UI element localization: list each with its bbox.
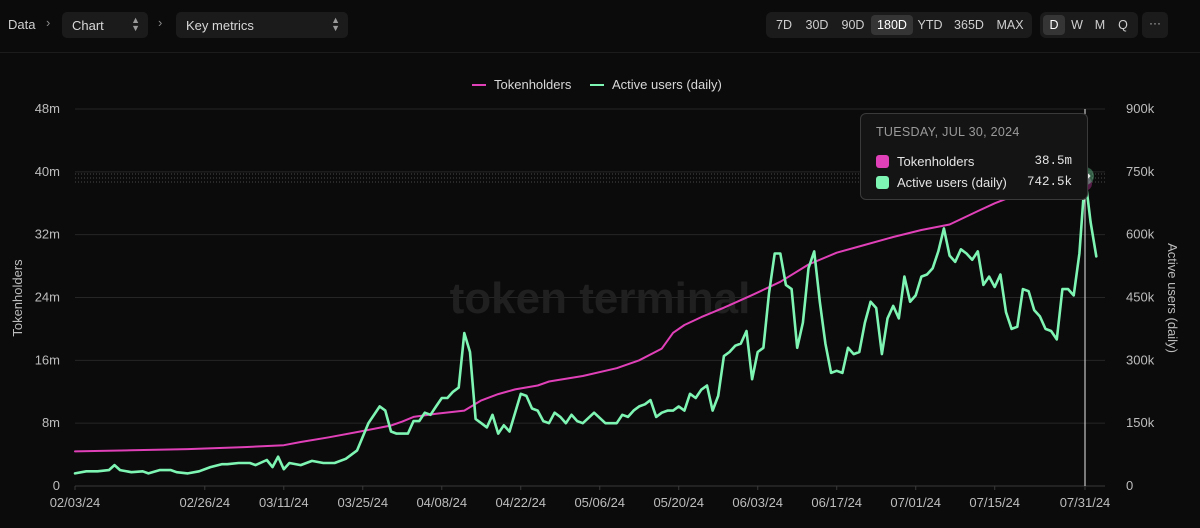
timeframe-btn-30d[interactable]: 30D (799, 15, 835, 35)
granularity-btn-d[interactable]: D (1043, 15, 1065, 35)
right-y-tick-label: 600k (1126, 227, 1155, 242)
left-y-tick-label: 32m (35, 227, 60, 242)
tooltip-series-value: 38.5m (1034, 154, 1072, 168)
series-lines (73, 174, 1098, 475)
series-line-active-users (73, 174, 1098, 475)
metric-select[interactable]: Key metrics ▲ ▼ (176, 12, 348, 38)
x-tick-label: 07/15/24 (969, 495, 1020, 510)
tooltip-swatch (876, 176, 889, 189)
x-tick-label: 07/31/24 (1060, 495, 1111, 510)
x-tick-label: 06/03/24 (732, 495, 783, 510)
hover-tooltip: TUESDAY, JUL 30, 2024 Tokenholders 38.5m… (860, 113, 1088, 200)
left-y-tick-label: 48m (35, 101, 60, 116)
granularity-btn-w[interactable]: W (1065, 15, 1089, 35)
x-tick-label: 02/26/24 (179, 495, 230, 510)
timeframe-btn-max[interactable]: MAX (991, 15, 1029, 35)
x-tick-label: 03/25/24 (337, 495, 388, 510)
timeframe-selector: 7D 30D 90D 180D YTD 365D MAX (766, 12, 1032, 38)
right-y-tick-label: 0 (1126, 478, 1133, 493)
granularity-btn-q[interactable]: Q (1111, 15, 1135, 35)
updown-chevron-icon: ▲ ▼ (131, 15, 140, 33)
timeframe-btn-365d[interactable]: 365D (947, 15, 991, 35)
left-y-tick-label: 16m (35, 352, 60, 367)
right-y-axis-ticks: 0 150k 300k 450k 600k 750k 900k (1126, 101, 1155, 493)
tooltip-series-name: Tokenholders (897, 154, 975, 169)
chevron-right-icon: › (46, 15, 51, 30)
x-axis-ticks: 02/03/24 02/26/24 03/11/24 03/25/24 04/08/24… (50, 486, 1111, 510)
x-tick-label: 06/17/24 (811, 495, 862, 510)
tooltip-series-value: 742.5k (1026, 175, 1072, 189)
left-axis-label: Tokenholders (10, 259, 25, 337)
x-tick-label: 02/03/24 (50, 495, 101, 510)
more-options-button[interactable]: ··· (1142, 12, 1168, 38)
timeframe-btn-7d[interactable]: 7D (769, 15, 799, 35)
updown-chevron-icon: ▲ ▼ (331, 15, 340, 33)
x-tick-label: 05/20/24 (653, 495, 704, 510)
right-y-tick-label: 300k (1126, 352, 1155, 367)
breadcrumb-root[interactable]: Data (8, 17, 35, 32)
right-y-tick-label: 900k (1126, 101, 1155, 116)
right-y-tick-label: 150k (1126, 415, 1155, 430)
left-y-tick-label: 0 (53, 478, 60, 493)
tooltip-row-active-users: Active users (daily) 742.5k (876, 175, 1072, 191)
left-y-tick-label: 40m (35, 164, 60, 179)
timeframe-btn-180d[interactable]: 180D (871, 15, 913, 35)
granularity-btn-m[interactable]: M (1089, 15, 1111, 35)
tooltip-swatch (876, 155, 889, 168)
right-axis-label: Active users (daily) (1165, 243, 1180, 353)
x-tick-label: 04/08/24 (416, 495, 467, 510)
metric-select-label: Key metrics (186, 18, 254, 33)
granularity-selector: DWMQ (1040, 12, 1138, 38)
x-tick-label: 05/06/24 (574, 495, 625, 510)
top-toolbar: Data › Chart ▲ ▼ › Key metrics ▲ ▼ 7D 30D 90… (0, 0, 1200, 53)
left-y-tick-label: 24m (35, 290, 60, 305)
right-y-tick-label: 450k (1126, 290, 1155, 305)
x-tick-label: 03/11/24 (259, 495, 309, 510)
x-tick-label: 07/01/24 (890, 495, 941, 510)
timeframe-btn-ytd[interactable]: YTD (913, 15, 947, 35)
tooltip-row-tokenholders: Tokenholders 38.5m (876, 154, 1072, 170)
timeframe-btn-90d[interactable]: 90D (835, 15, 871, 35)
chart-type-select[interactable]: Chart ▲ ▼ (62, 12, 148, 38)
tooltip-series-name: Active users (daily) (897, 175, 1007, 190)
x-tick-label: 04/22/24 (495, 495, 546, 510)
chevron-right-icon: › (158, 15, 163, 30)
left-y-axis-ticks: 0 8m 16m 24m 32m 40m 48m (35, 101, 60, 493)
chart-type-select-label: Chart (72, 18, 104, 33)
right-y-tick-label: 750k (1126, 164, 1155, 179)
tooltip-date: TUESDAY, JUL 30, 2024 (876, 125, 1020, 139)
left-y-tick-label: 8m (42, 415, 60, 430)
